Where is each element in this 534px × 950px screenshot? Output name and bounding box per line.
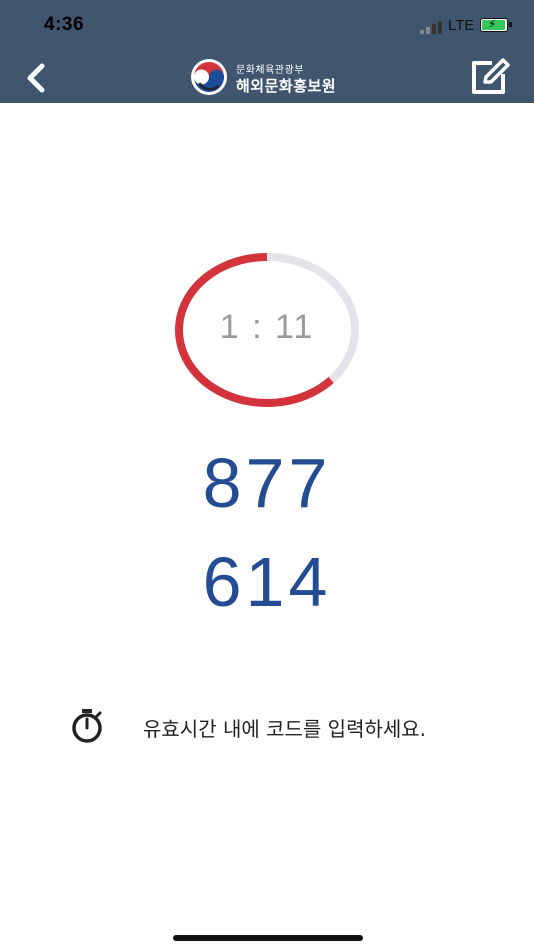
logo-subtitle: 문화체육관광부 (236, 65, 304, 76)
chevron-left-icon (27, 63, 45, 93)
app-logo: 문화체육관광부 해외문화홍보원 (190, 58, 360, 96)
logo-title: 해외문화홍보원 (236, 77, 337, 95)
cellular-signal-icon (420, 20, 446, 34)
home-indicator[interactable] (173, 935, 363, 941)
otp-code-part1: 877 (202, 444, 332, 522)
network-type: LTE (448, 17, 475, 34)
edit-icon (472, 58, 510, 94)
battery-charging-icon: ⚡ (480, 17, 512, 32)
app-header: 4:36 LTE ⚡ 문화체육관광부 해외문화홍보원 (0, 0, 534, 103)
otp-code-part2: 614 (202, 543, 332, 621)
code-hint-text: 유효시간 내에 코드를 입력하세요. (143, 717, 427, 741)
stopwatch-icon (72, 709, 102, 743)
taegeuk-emblem-icon (191, 59, 227, 95)
status-time: 4:36 (44, 14, 85, 35)
edit-button[interactable] (470, 58, 512, 96)
countdown-text: 1 : 11 (219, 308, 315, 346)
back-button[interactable] (18, 60, 54, 96)
